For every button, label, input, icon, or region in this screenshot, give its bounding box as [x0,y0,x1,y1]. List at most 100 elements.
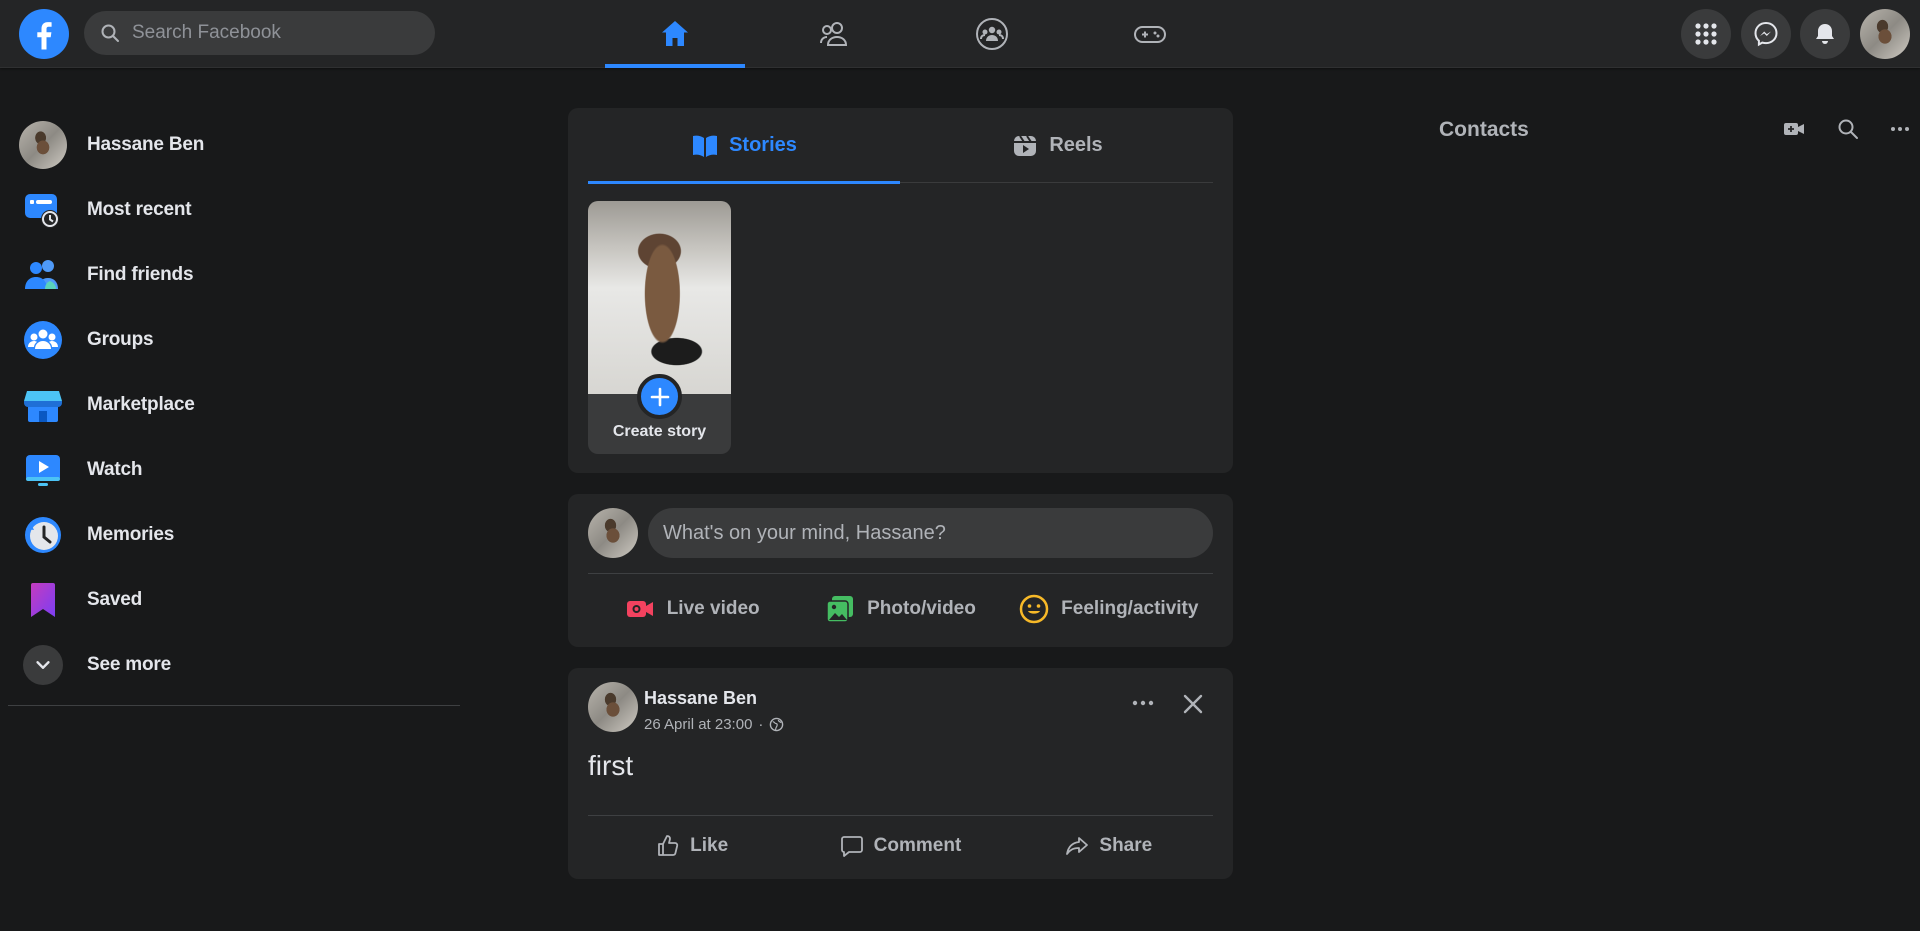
tab-reels[interactable]: Reels [901,108,1213,183]
sidebar-item-most-recent[interactable]: Most recent [8,177,460,242]
sidebar-item-label: See more [87,653,171,675]
sidebar-item-saved[interactable]: Saved [8,567,460,632]
book-open-icon [691,132,719,160]
sidebar-item-find-friends[interactable]: Find friends [8,242,460,307]
comment-icon [840,834,864,858]
live-video-button[interactable]: Live video [588,579,796,639]
action-label: Feeling/activity [1061,598,1199,619]
composer-placeholder: What's on your mind, Hassane? [663,521,946,544]
photo-video-button[interactable]: Photo/video [796,579,1004,639]
action-label: Like [690,835,729,856]
groups-icon [974,16,1010,52]
post-timestamp[interactable]: 26 April at 23:00 [644,716,752,733]
most-recent-icon [18,185,68,235]
sidebar-item-groups[interactable]: Groups [8,307,460,372]
tab-stories[interactable]: Stories [588,108,900,184]
share-button[interactable]: Share [1005,821,1213,871]
profile-avatar [19,120,67,169]
home-icon [657,16,693,52]
search-icon [1837,118,1859,140]
tab-home[interactable] [605,0,745,68]
notifications-button[interactable] [1800,9,1850,59]
stories-card: Stories Reels Create story [568,108,1233,473]
marketplace-icon [18,380,68,430]
feeling-icon [1019,594,1049,624]
messenger-icon [1753,21,1779,47]
post-action-bar: Like Comment Share [588,821,1213,871]
live-video-icon [625,594,655,624]
contacts-options-button[interactable] [1884,113,1916,145]
stories-tab-bar: Stories Reels [588,108,1213,184]
sidebar-item-marketplace[interactable]: Marketplace [8,372,460,437]
sidebar-item-profile[interactable]: Hassane Ben [8,112,460,177]
globe-icon [769,717,784,732]
share-icon [1065,834,1089,858]
account-avatar[interactable] [1860,9,1910,59]
post-more-options-button[interactable] [1123,688,1163,718]
sidebar-item-memories[interactable]: Memories [8,502,460,567]
tab-label: Stories [729,134,797,156]
search-box[interactable] [84,11,435,55]
sidebar-divider [8,705,460,706]
action-label: Comment [873,835,962,856]
facebook-logo-icon[interactable] [19,9,69,59]
post-author-name[interactable]: Hassane Ben [644,688,757,709]
composer-divider [588,573,1213,574]
tab-groups[interactable] [922,0,1062,68]
hide-post-button[interactable] [1173,684,1213,724]
groups-icon [18,315,68,365]
messenger-button[interactable] [1741,9,1791,59]
like-button[interactable]: Like [588,821,796,871]
sidebar-item-label: Watch [87,458,143,480]
left-sidebar: Hassane Ben Most recent Find friends Gro… [8,112,460,706]
sidebar-item-label: Saved [87,588,142,610]
sidebar-item-label: Groups [87,328,154,350]
comment-button[interactable]: Comment [796,821,1004,871]
composer-actions: Live video Photo/video Feeling/activity [588,579,1213,639]
top-navigation-bar [0,0,1920,68]
notifications-bell-icon [1812,21,1838,47]
watch-icon [18,445,68,495]
post-author-avatar[interactable] [588,682,638,732]
more-options-icon [1889,118,1911,140]
sidebar-item-label: Marketplace [87,393,195,415]
reels-icon [1011,132,1039,160]
whats-on-your-mind-input[interactable]: What's on your mind, Hassane? [648,508,1213,558]
contacts-heading: Contacts [1439,118,1529,141]
gaming-icon [1132,16,1168,52]
menu-grid-icon [1693,21,1719,47]
find-friends-icon [18,250,68,300]
search-contacts-button[interactable] [1832,113,1864,145]
post-composer-card: What's on your mind, Hassane? Live video… [568,494,1233,647]
more-horizontal-icon [1131,699,1155,707]
create-story-label: Create story [612,423,707,440]
post-meta: 26 April at 23:00 · [644,716,784,733]
action-label: Photo/video [867,598,976,619]
memories-icon [18,510,68,560]
tab-friends[interactable] [764,0,904,68]
plus-icon [649,386,671,408]
search-input[interactable] [132,22,412,44]
sidebar-item-label: Memories [87,523,175,545]
search-icon [100,23,120,43]
menu-button[interactable] [1681,9,1731,59]
new-room-button[interactable] [1778,113,1810,145]
feeling-activity-button[interactable]: Feeling/activity [1005,579,1213,639]
action-label: Live video [666,598,760,619]
sidebar-item-label: Hassane Ben [87,133,205,155]
sidebar-item-label: Most recent [87,198,192,220]
composer-avatar[interactable] [588,508,638,558]
sidebar-item-see-more[interactable]: See more [8,632,460,697]
sidebar-item-watch[interactable]: Watch [8,437,460,502]
meta-separator: · [758,716,764,733]
sidebar-item-label: Find friends [87,263,194,285]
action-label: Share [1099,835,1153,856]
tab-label: Reels [1049,134,1103,156]
close-icon [1182,693,1204,715]
story-profile-photo [588,201,731,394]
post-body-text: first [588,750,634,781]
tab-gaming[interactable] [1080,0,1220,68]
create-story-card[interactable]: Create story [588,201,731,454]
friends-icon [816,16,852,52]
add-story-button[interactable] [637,374,682,419]
